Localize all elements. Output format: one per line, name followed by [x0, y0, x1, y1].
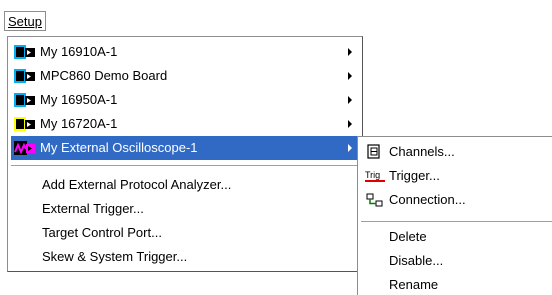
menu-item-label: Skew & System Trigger...	[42, 249, 188, 264]
logic-analyzer-icon	[14, 45, 35, 59]
trigger-icon: Trig	[365, 170, 385, 182]
pattern-generator-icon	[14, 117, 35, 131]
logic-analyzer-icon	[14, 93, 35, 107]
submenu-arrow-icon	[348, 96, 352, 104]
menu-item-label: External Trigger...	[42, 201, 144, 216]
menu-item-target-control-port[interactable]: Target Control Port...	[11, 221, 359, 245]
submenu-item-label: Delete	[389, 229, 427, 244]
menu-item-external-trigger[interactable]: External Trigger...	[11, 197, 359, 221]
menu-item-my-external-oscilloscope-1[interactable]: My External Oscilloscope-1	[11, 136, 359, 160]
setup-menu: My 16910A-1 MPC860 Demo Board My 16950A-…	[7, 36, 363, 272]
submenu-separator	[361, 221, 552, 223]
menu-item-my-16910a-1[interactable]: My 16910A-1	[11, 40, 359, 64]
menubar: Setup	[0, 0, 552, 37]
submenu-item-disable[interactable]: Disable...	[358, 249, 552, 273]
menu-item-mpc860-demo-board[interactable]: MPC860 Demo Board	[11, 64, 359, 88]
logic-analyzer-icon	[14, 69, 35, 83]
menu-item-label: Add External Protocol Analyzer...	[42, 177, 232, 192]
connection-icon	[366, 193, 383, 207]
menu-item-skew-system-trigger[interactable]: Skew & System Trigger...	[11, 245, 359, 269]
submenu-item-label: Channels...	[389, 144, 455, 159]
oscilloscope-icon	[14, 141, 35, 155]
submenu-item-label: Connection...	[389, 192, 466, 207]
menu-item-label: Target Control Port...	[42, 225, 162, 240]
menu-item-label: My 16720A-1	[40, 116, 118, 131]
submenu-item-label: Disable...	[389, 253, 444, 268]
menubar-setup[interactable]: Setup	[4, 11, 46, 31]
oscilloscope-submenu: Channels... Trig Trigger... Connection..…	[357, 136, 552, 295]
menu-item-add-external-protocol-analyzer[interactable]: Add External Protocol Analyzer...	[11, 173, 359, 197]
menu-separator	[11, 165, 359, 167]
submenu-item-label: Rename	[389, 277, 439, 292]
menu-item-label: My 16910A-1	[40, 44, 118, 59]
setup-menu-screen: Setup My 16910A-1 MPC860 Demo Board My 1…	[0, 0, 552, 295]
submenu-item-delete[interactable]: Delete	[358, 225, 552, 249]
submenu-item-rename[interactable]: Rename	[358, 273, 552, 295]
submenu-item-trigger[interactable]: Trig Trigger...	[358, 164, 552, 188]
menu-item-label: My 16950A-1	[40, 92, 118, 107]
submenu-item-channels[interactable]: Channels...	[358, 140, 552, 164]
menu-item-my-16720a-1[interactable]: My 16720A-1	[11, 112, 359, 136]
svg-text:Trig: Trig	[365, 170, 380, 180]
submenu-arrow-icon	[348, 72, 352, 80]
menu-item-my-16950a-1[interactable]: My 16950A-1	[11, 88, 359, 112]
submenu-arrow-icon	[348, 48, 352, 56]
channels-icon	[367, 144, 380, 159]
menu-item-label: My External Oscilloscope-1	[40, 140, 198, 155]
menu-item-label: MPC860 Demo Board	[40, 68, 168, 83]
submenu-arrow-icon	[348, 120, 352, 128]
submenu-item-connection[interactable]: Connection...	[358, 188, 552, 212]
menubar-setup-label: Setup	[8, 14, 42, 29]
submenu-item-label: Trigger...	[389, 168, 440, 183]
submenu-arrow-icon	[348, 144, 352, 152]
